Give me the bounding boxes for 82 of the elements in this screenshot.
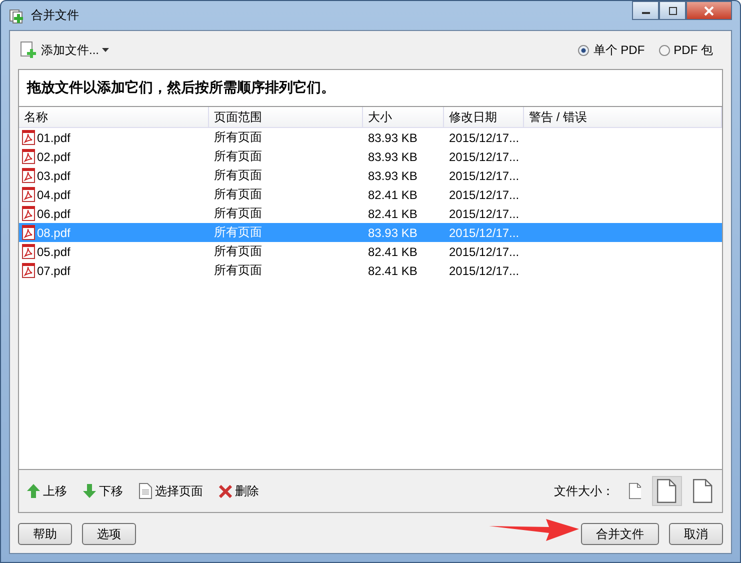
file-row[interactable]: 04.pdf 所有页面 82.41 KB 2015/12/17... [19, 185, 722, 204]
table-cell-text: 82.41 KB [367, 206, 418, 220]
up-arrow-icon [27, 484, 40, 498]
column-header[interactable]: 修改日期 [444, 107, 524, 127]
file-size-label: 文件大小： [554, 482, 614, 500]
action-button[interactable]: 下移 [83, 482, 123, 500]
pdf-file-icon [22, 149, 35, 164]
table-cell-text: 83.93 KB [367, 168, 418, 182]
table-cell-text: 所有页面 [213, 243, 263, 260]
pdf-file-icon [22, 130, 35, 145]
table-cell-text: 2015/12/17... [448, 244, 520, 258]
table-cell-text: 所有页面 [213, 148, 263, 165]
table-cell-text: 2015/12/17... [448, 226, 520, 240]
file-row[interactable]: 06.pdf 所有页面 82.41 KB 2015/12/17... [19, 204, 722, 223]
file-size-option[interactable] [652, 476, 682, 506]
table-cell-text: 所有页面 [213, 205, 263, 222]
close-button[interactable] [686, 1, 732, 20]
minimize-button[interactable] [632, 1, 659, 20]
table-cell-text: 83.93 KB [367, 150, 418, 164]
action-button[interactable]: 删除 [219, 482, 259, 500]
table-cell-text: 2015/12/17... [448, 206, 520, 220]
file-name: 06.pdf [37, 206, 70, 220]
app-icon [9, 8, 25, 24]
page-icon [628, 483, 642, 499]
pdf-file-icon [22, 206, 35, 221]
table-cell-text: 2015/12/17... [448, 168, 520, 182]
file-row[interactable]: 03.pdf 所有页面 83.93 KB 2015/12/17... [19, 166, 722, 185]
pdf-file-icon [22, 168, 35, 183]
table-cell-text: 所有页面 [213, 262, 263, 279]
file-row[interactable]: 05.pdf 所有页面 82.41 KB 2015/12/17... [19, 242, 722, 261]
maximize-button[interactable] [659, 1, 686, 20]
file-row[interactable]: 07.pdf 所有页面 82.41 KB 2015/12/17... [19, 261, 722, 280]
table-cell-text: 所有页面 [213, 186, 263, 203]
output-mode-radio[interactable]: 单个 PDF [578, 42, 645, 58]
table-cell-text: 所有页面 [213, 129, 263, 146]
file-name: 08.pdf [37, 226, 70, 240]
instruction-text: 拖放文件以添加它们，然后按所需顺序排列它们。 [18, 69, 723, 106]
table-cell-text: 82.41 KB [367, 264, 418, 278]
table-cell-text: 2015/12/17... [448, 188, 520, 202]
add-file-icon [20, 41, 38, 59]
file-name: 07.pdf [37, 264, 70, 278]
file-name: 04.pdf [37, 188, 70, 202]
close-icon [703, 6, 715, 16]
dialog-button[interactable]: 帮助 [18, 523, 72, 545]
file-name: 05.pdf [37, 244, 70, 258]
table-cell-text: 所有页面 [213, 224, 263, 241]
add-files-button[interactable]: 添加文件... [18, 41, 112, 59]
pdf-file-icon [22, 244, 35, 259]
column-header[interactable]: 大小 [363, 107, 444, 127]
column-header[interactable]: 页面范围 [209, 107, 363, 127]
table-cell-text: 2015/12/17... [448, 150, 520, 164]
output-mode-radio[interactable]: PDF 包 [658, 42, 713, 58]
column-header[interactable]: 名称 [19, 107, 209, 127]
dialog-button[interactable]: 合并文件 [581, 523, 659, 545]
column-header[interactable]: 警告 / 错误 [524, 107, 722, 127]
pdf-file-icon [22, 263, 35, 278]
pdf-file-icon [22, 187, 35, 202]
table-cell-text: 2015/12/17... [448, 264, 520, 278]
table-cell-text: 所有页面 [213, 167, 263, 184]
dialog-button[interactable]: 选项 [82, 523, 136, 545]
table-cell-text: 83.93 KB [367, 226, 418, 240]
table-cell-text: 83.93 KB [367, 130, 418, 144]
dialog-button[interactable]: 取消 [669, 523, 723, 545]
table-cell-text: 2015/12/17... [448, 130, 520, 144]
file-name: 03.pdf [37, 168, 70, 182]
down-arrow-icon [83, 484, 96, 498]
page-icon [657, 479, 677, 503]
delete-icon [219, 484, 232, 498]
page-icon [693, 479, 713, 503]
action-button[interactable]: 上移 [27, 482, 67, 500]
caret-icon [102, 48, 110, 52]
window-title: 合并文件 [31, 7, 79, 24]
file-row[interactable]: 02.pdf 所有页面 83.93 KB 2015/12/17... [19, 147, 722, 166]
file-name: 01.pdf [37, 130, 70, 144]
file-row[interactable]: 01.pdf 所有页面 83.93 KB 2015/12/17... [19, 128, 722, 147]
pdf-file-icon [22, 225, 35, 240]
page-icon [139, 483, 152, 499]
table-cell-text: 82.41 KB [367, 244, 418, 258]
table-cell-text: 82.41 KB [367, 188, 418, 202]
maximize-icon [668, 6, 678, 14]
action-button[interactable]: 选择页面 [139, 482, 203, 500]
file-name: 02.pdf [37, 150, 70, 164]
